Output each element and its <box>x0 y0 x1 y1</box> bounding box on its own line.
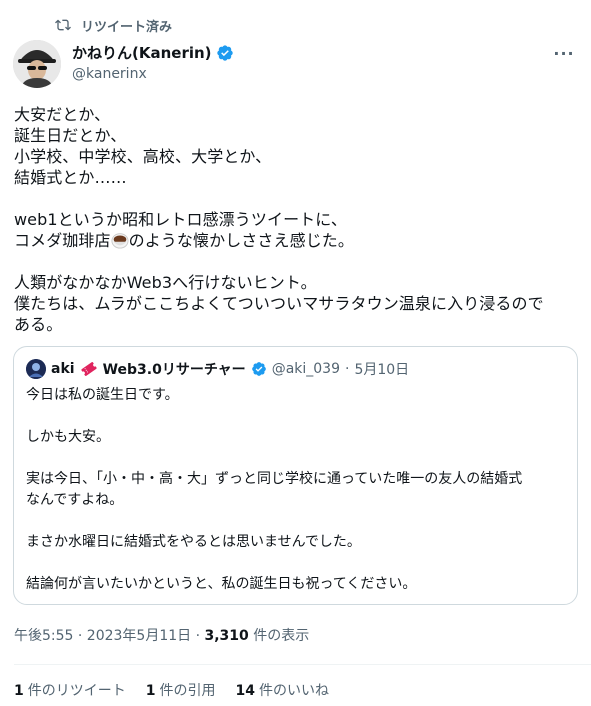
quoted-tweet-text: 今日は私の誕生日です。 しかも大安。 実は今日、「小・中・高・大」ずっと同じ学校… <box>26 385 566 595</box>
verified-badge-icon <box>216 44 233 61</box>
quote-line: しかも大安。 <box>26 429 110 445</box>
tweet-line-part: のような懐かしささえ感じた。 <box>128 231 355 250</box>
quoted-tweet-card[interactable]: aki Web3.0リサーチャー @aki_039 · 5月10日 今日は私の誕… <box>13 346 578 605</box>
quote-line: なんですよね。 <box>26 492 124 508</box>
divider <box>14 664 591 665</box>
more-options-icon[interactable]: ··· <box>552 44 576 64</box>
tweet-line: 僕たちは、ムラがここちよくてついついマサラタウン温泉に入り浸るので <box>14 294 544 313</box>
engagement-stats: 1 件のリツイート 1 件の引用 14 件のいいね <box>14 680 329 700</box>
quote-line: まさか水曜日に結婚式をやるとは思いませんでした。 <box>26 534 361 550</box>
author-info: かねりん(Kanerin) @kanerinx <box>72 42 234 82</box>
retweets-count: 1 <box>14 683 24 699</box>
tweet-line: 大安だとか、 <box>14 105 111 124</box>
ticket-emoji-icon <box>80 362 97 376</box>
author-name[interactable]: かねりん(Kanerin) <box>72 42 212 63</box>
retweets-stat[interactable]: 1 件のリツイート <box>14 680 126 700</box>
tweet-line: コメダ珈琲店 のような懐かしささえ感じた。 <box>14 230 579 251</box>
likes-count: 14 <box>235 683 255 699</box>
likes-stat[interactable]: 14 件のいいね <box>236 680 329 700</box>
quoted-tweet-date: 5月10日 <box>354 362 410 378</box>
author-avatar[interactable] <box>13 40 61 88</box>
quoted-author-avatar <box>26 359 46 379</box>
likes-label: 件のいいね <box>258 683 329 699</box>
quotes-count: 1 <box>145 683 156 699</box>
view-count: 3,310 <box>204 628 249 644</box>
retweet-icon <box>55 19 71 31</box>
retweeted-label: リツイート済み <box>81 19 173 35</box>
hot-beverage-emoji-icon <box>111 233 129 249</box>
view-count-label: 件の表示 <box>248 628 310 644</box>
tweet-line: 小学校、中学校、高校、大学とか、 <box>14 147 272 166</box>
quotes-stat[interactable]: 1 件の引用 <box>146 680 216 700</box>
quote-line: 結論何が言いたいかというと、私の誕生日も祝ってください。 <box>26 576 417 592</box>
separator-dot: · <box>345 361 350 377</box>
quoted-author-name-suffix: Web3.0リサーチャー <box>102 362 246 378</box>
quoted-tweet-header: aki Web3.0リサーチャー @aki_039 · 5月10日 <box>26 359 409 379</box>
retweets-label: 件のリツイート <box>27 683 126 699</box>
tweet-line: 誕生日だとか、 <box>14 126 127 145</box>
quote-line: 実は今日、「小・中・高・大」ずっと同じ学校に通っていた唯一の友人の結婚式 <box>26 471 523 487</box>
tweet-line: web1というか昭和レトロ感漂うツイートに、 <box>14 210 347 229</box>
retweeted-indicator: リツイート済み <box>55 15 172 35</box>
tweet-line: 人類がなかなかWeb3へ行けないヒント。 <box>14 273 317 292</box>
tweet-text: 大安だとか、 誕生日だとか、 小学校、中学校、高校、大学とか、 結婚式とか…… … <box>14 104 579 335</box>
quoted-author-name: aki <box>51 361 75 377</box>
quoted-author-handle: @aki_039 <box>271 361 340 377</box>
tweet-line: 結婚式とか…… <box>14 168 127 187</box>
tweet-line-part: コメダ珈琲店 <box>14 231 111 250</box>
verified-badge-icon <box>251 362 266 376</box>
tweet-line: ある。 <box>14 315 63 334</box>
quote-line: 今日は私の誕生日です。 <box>26 387 179 403</box>
timestamp-text[interactable]: 午後5:55 · 2023年5月11日 · <box>14 628 205 644</box>
tweet-timestamp: 午後5:55 · 2023年5月11日 · 3,310 件の表示 <box>14 625 309 645</box>
author-handle[interactable]: @kanerinx <box>72 66 234 82</box>
quotes-label: 件の引用 <box>159 683 216 699</box>
